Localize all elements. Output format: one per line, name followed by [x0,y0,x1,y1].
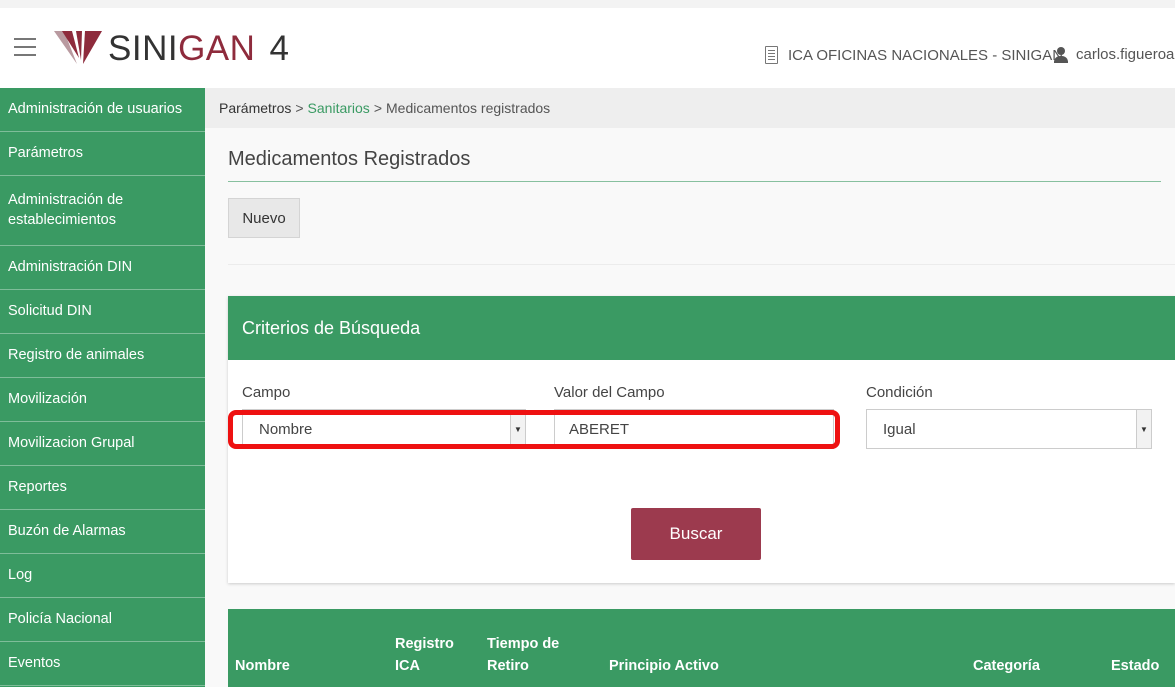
condicion-select-value: Igual [883,420,916,438]
sidebar-item-label: Registro de animales [8,346,145,363]
breadcrumb-separator: > [295,100,304,116]
user-name: carlos.figueroa [1076,46,1175,63]
col-estado[interactable]: Estado [1111,655,1159,677]
search-button[interactable]: Buscar [631,508,761,560]
col-tiempo-line2: Retiro [487,658,529,675]
condicion-label: Condición [866,384,933,401]
breadcrumb-sanitarios[interactable]: Sanitarios [308,100,370,116]
col-tiempo-line1: Tiempo de [487,636,560,652]
title-divider [228,181,1161,182]
valor-campo-label: Valor del Campo [554,384,665,401]
breadcrumb-separator: > [373,100,382,116]
sidebar-item-label: Movilizacion Grupal [8,434,135,451]
annotation-highlight-box [228,410,840,449]
campo-label: Campo [242,384,291,401]
sinigan-logo-icon [54,31,102,64]
app-version: 4 [269,29,289,68]
sidebar-item-policia-nacional[interactable]: Policía Nacional [0,598,205,642]
col-nombre[interactable]: Nombre [235,655,290,677]
col-registro-ica[interactable]: Registro ICA [395,633,454,678]
sidebar-item-label: Administración DIN [8,258,133,275]
sidebar-item-label: Movilización [8,390,87,407]
sidebar-item-movilizacion[interactable]: Movilización [0,378,205,422]
user-icon [1054,46,1068,63]
section-divider [228,264,1175,265]
office-label: ICA OFICINAS NACIONALES - SINIGAN [788,46,1064,64]
building-icon [765,46,778,64]
search-panel: Criterios de Búsqueda Campo Nombre ▼ Val… [228,296,1175,583]
caret-icon: ▼ [1136,410,1151,448]
page-title: Medicamentos Registrados [228,148,471,170]
breadcrumb: Parámetros > Sanitarios > Medicamentos r… [205,88,1175,128]
sidebar-item-label: Eventos [8,654,61,671]
sidebar-item-solicitud-din[interactable]: Solicitud DIN [0,290,205,334]
sidebar-item-label: Reportes [8,478,67,495]
sidebar-item-label: Parámetros [8,144,83,161]
sidebar-item-administracion-din[interactable]: Administración DIN [0,246,205,290]
top-bar: SINIGAN 4 ICA OFICINAS NACIONALES - SINI… [0,0,1175,88]
sidebar-item-label: Log [8,566,33,583]
sidebar-item-parametros[interactable]: Parámetros [0,132,205,176]
sinigan-logo[interactable]: SINIGAN 4 [52,28,289,70]
user-menu[interactable]: carlos.figueroa ▾ [1054,46,1175,63]
col-registro-line1: Registro [395,636,454,652]
sidebar-item-label: Solicitud DIN [8,302,92,319]
main-content: Parámetros > Sanitarios > Medicamentos r… [205,88,1175,687]
sidebar-item-eventos[interactable]: Eventos [0,642,205,686]
col-categoria[interactable]: Categoría [973,655,1040,677]
sidebar-item-label: Administración de usuarios [8,100,183,117]
col-registro-line2: ICA [395,658,420,675]
new-button[interactable]: Nuevo [228,198,300,238]
sidebar-item-reportes[interactable]: Reportes [0,466,205,510]
sidebar-item-label: Administración de establecimientos [8,191,124,228]
sidebar-item-movilizacion-grupal[interactable]: Movilizacion Grupal [0,422,205,466]
col-tiempo-retiro[interactable]: Tiempo de Retiro [487,633,559,678]
sidebar-item-administracion-usuarios[interactable]: Administración de usuarios [0,88,205,132]
hamburger-menu-icon[interactable] [14,38,36,62]
sidebar-item-log[interactable]: Log [0,554,205,598]
condicion-select[interactable]: Igual ▼ [866,409,1152,449]
sidebar-item-label: Policía Nacional [8,610,112,627]
sidebar-item-buzon-alarmas[interactable]: Buzón de Alarmas [0,510,205,554]
col-principio-activo[interactable]: Principio Activo [609,655,719,677]
breadcrumb-root[interactable]: Parámetros [219,100,291,116]
sidebar: Administración de usuarios Parámetros Ad… [0,88,205,687]
sidebar-item-administracion-establecimientos[interactable]: Administración de establecimientos [0,176,205,246]
breadcrumb-current: Medicamentos registrados [386,100,551,116]
sidebar-item-label: Buzón de Alarmas [8,522,126,539]
search-panel-title: Criterios de Búsqueda [228,296,1175,360]
sidebar-item-registro-animales[interactable]: Registro de animales [0,334,205,378]
results-table-header: Nombre Registro ICA Tiempo de Retiro Princ… [228,609,1175,687]
office-selector[interactable]: ICA OFICINAS NACIONALES - SINIGAN [765,46,1063,64]
app-name: SINIGAN [108,29,256,68]
